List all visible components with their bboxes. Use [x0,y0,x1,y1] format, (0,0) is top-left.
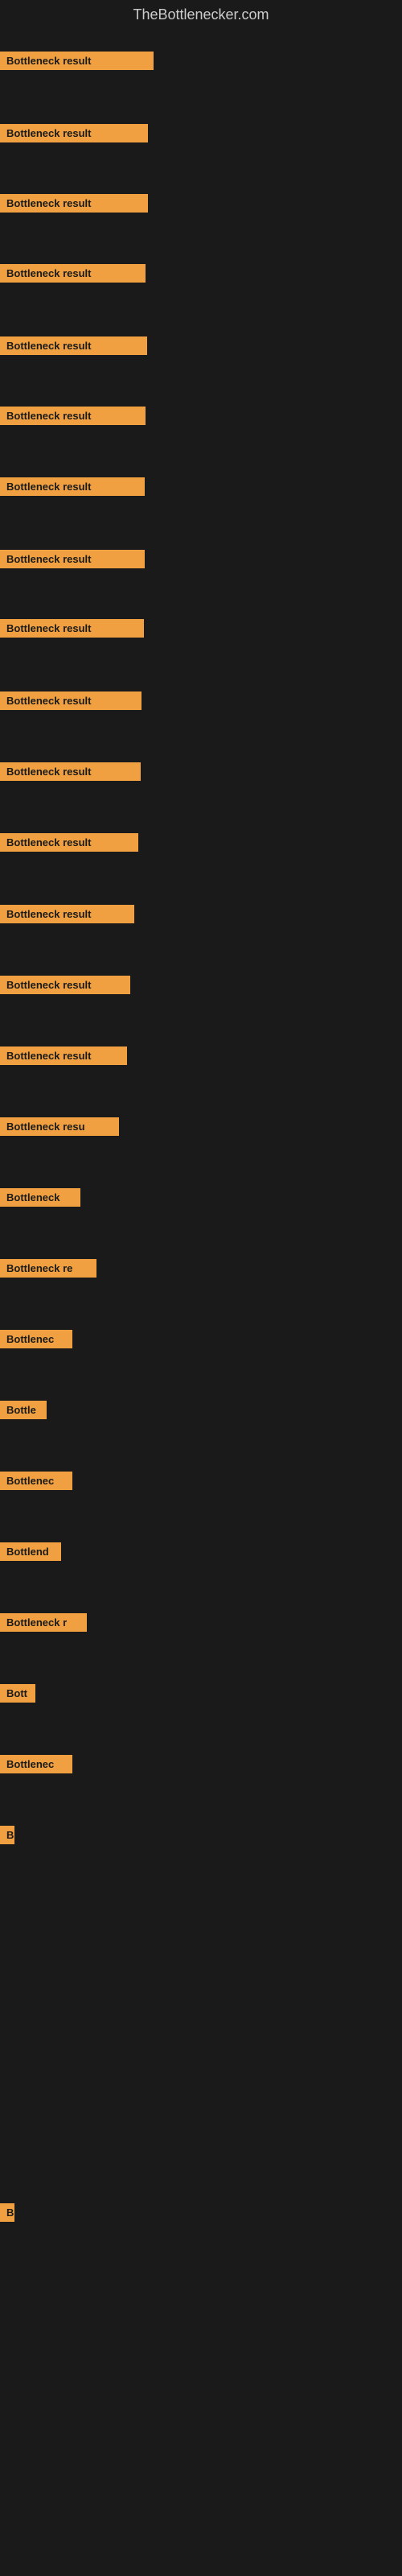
bottleneck-result-item[interactable]: Bottleneck result [0,1046,127,1069]
bottleneck-badge: Bottlenec [0,1472,72,1490]
bottleneck-badge: Bottleneck result [0,1046,127,1065]
bottleneck-badge: B [0,2203,14,2222]
bottleneck-badge: Bottleneck result [0,264,146,283]
bottleneck-result-item[interactable]: Bottlenec [0,1330,72,1352]
bottleneck-badge: Bott [0,1684,35,1703]
bottleneck-result-item[interactable]: Bottlend [0,1542,61,1565]
bottleneck-badge: Bottlenec [0,1755,72,1773]
bottleneck-badge: Bottleneck resu [0,1117,119,1136]
bottleneck-result-item[interactable]: Bottleneck result [0,619,144,642]
bottleneck-result-item[interactable]: Bottleneck result [0,905,134,927]
bottleneck-badge: Bottlend [0,1542,61,1561]
bottleneck-result-item[interactable]: Bott [0,1684,35,1707]
bottleneck-badge: Bottleneck result [0,407,146,425]
bottleneck-badge: Bottleneck result [0,52,154,70]
bottleneck-badge: Bottleneck re [0,1259,96,1278]
bottleneck-badge: Bottle [0,1401,47,1419]
bottleneck-result-item[interactable]: Bottleneck re [0,1259,96,1282]
bottleneck-result-item[interactable]: Bottleneck result [0,550,145,572]
bottleneck-result-item[interactable]: Bottleneck resu [0,1117,119,1140]
bottleneck-badge: Bottleneck result [0,336,147,355]
bottleneck-badge: Bottleneck result [0,124,148,142]
bottleneck-result-item[interactable]: B [0,2203,14,2226]
bottleneck-result-item[interactable]: Bottleneck result [0,52,154,74]
bottleneck-result-item[interactable]: Bottleneck result [0,976,130,998]
bottleneck-result-item[interactable]: Bottleneck [0,1188,80,1211]
bottleneck-result-item[interactable]: Bottleneck result [0,691,142,714]
bottleneck-badge: Bottleneck [0,1188,80,1207]
bottleneck-result-item[interactable]: Bottleneck result [0,477,145,500]
bottleneck-badge: Bottleneck result [0,833,138,852]
bottleneck-result-item[interactable]: Bottleneck result [0,264,146,287]
bottleneck-badge: Bottleneck result [0,619,144,638]
bottleneck-result-item[interactable]: Bottleneck result [0,336,147,359]
bottleneck-result-item[interactable]: Bottleneck result [0,124,148,147]
bottleneck-badge: Bottleneck r [0,1613,87,1632]
bottleneck-badge: Bottlenec [0,1330,72,1348]
bottleneck-result-item[interactable]: Bottleneck result [0,407,146,429]
bottleneck-result-item[interactable]: Bottleneck result [0,194,148,217]
bottleneck-badge: Bottleneck result [0,762,141,781]
bottleneck-result-item[interactable]: Bottlenec [0,1755,72,1777]
bottleneck-badge: Bottleneck result [0,477,145,496]
bottleneck-badge: Bottleneck result [0,194,148,213]
bottleneck-badge: Bottleneck result [0,905,134,923]
bottleneck-result-item[interactable]: B [0,1826,14,1848]
bottleneck-result-item[interactable]: Bottleneck result [0,833,138,856]
bottleneck-result-item[interactable]: Bottleneck result [0,762,141,785]
bottleneck-result-item[interactable]: Bottle [0,1401,47,1423]
bottleneck-badge: Bottleneck result [0,691,142,710]
bottleneck-result-item[interactable]: Bottlenec [0,1472,72,1494]
bottleneck-badge: Bottleneck result [0,550,145,568]
bottleneck-badge: Bottleneck result [0,976,130,994]
site-title: TheBottlenecker.com [0,0,402,30]
bottleneck-badge: B [0,1826,14,1844]
bottleneck-result-item[interactable]: Bottleneck r [0,1613,87,1636]
